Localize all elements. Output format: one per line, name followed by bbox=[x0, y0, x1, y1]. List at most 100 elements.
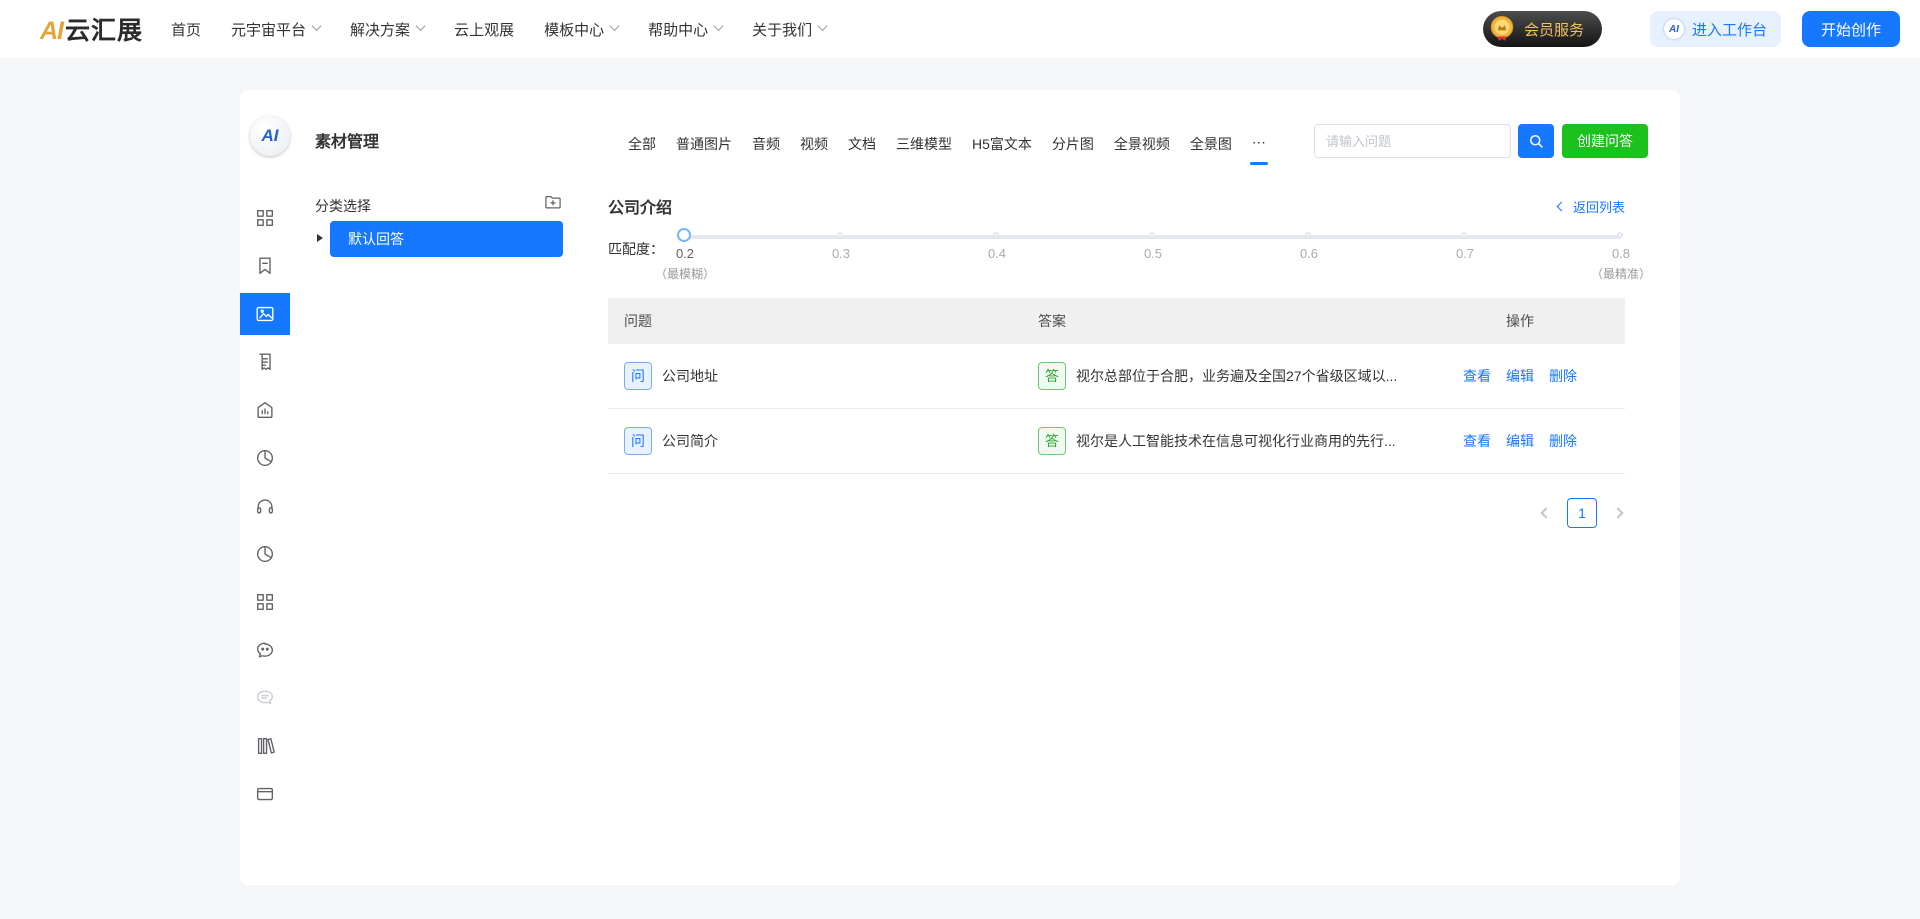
tab-video[interactable]: 视频 bbox=[800, 134, 828, 154]
member-service-button[interactable]: 会员服务 bbox=[1483, 11, 1602, 47]
search-button[interactable] bbox=[1518, 124, 1554, 158]
sidebar-item-document[interactable] bbox=[240, 338, 290, 386]
chevron-down-icon bbox=[312, 21, 322, 31]
delete-link[interactable]: 删除 bbox=[1549, 366, 1577, 386]
search-icon bbox=[1527, 132, 1545, 150]
folder-plus-icon bbox=[543, 192, 563, 212]
create-qa-button[interactable]: 创建问答 bbox=[1562, 124, 1648, 158]
slider-dot[interactable] bbox=[1461, 232, 1467, 238]
exhibition-hall-icon bbox=[254, 399, 276, 421]
header-answer: 答案 bbox=[1018, 311, 1415, 331]
back-to-list-link[interactable]: 返回列表 bbox=[1558, 197, 1625, 216]
tab-sliced-image[interactable]: 分片图 bbox=[1052, 134, 1094, 154]
slider-tick-0.8: 0.8 bbox=[1601, 246, 1641, 261]
answer-badge: 答 bbox=[1038, 427, 1066, 455]
tab-panorama-image[interactable]: 全景图 bbox=[1190, 134, 1232, 154]
start-create-label: 开始创作 bbox=[1821, 19, 1881, 40]
slider-dot[interactable] bbox=[1305, 232, 1311, 238]
nav-actions: 会员服务 AI 进入工作台 开始创作 bbox=[1483, 11, 1900, 47]
tab-panorama-video[interactable]: 全景视频 bbox=[1114, 134, 1170, 154]
next-page-icon[interactable] bbox=[1612, 507, 1623, 518]
tab-normal-image[interactable]: 普通图片 bbox=[676, 134, 732, 154]
slider-tick-0.6: 0.6 bbox=[1289, 246, 1329, 261]
edit-link[interactable]: 编辑 bbox=[1506, 431, 1534, 451]
sidebar-item-pie-2[interactable] bbox=[240, 530, 290, 578]
headphones-icon bbox=[254, 495, 276, 517]
nav-item-cloud-exhibition[interactable]: 云上观展 bbox=[454, 19, 514, 40]
category-item-default-answer[interactable]: 默认回答 bbox=[330, 221, 563, 257]
tab-audio[interactable]: 音频 bbox=[752, 134, 780, 154]
create-qa-label: 创建问答 bbox=[1577, 131, 1633, 151]
enter-workspace-button[interactable]: AI 进入工作台 bbox=[1650, 11, 1781, 47]
category-expand-arrow-icon[interactable] bbox=[317, 234, 323, 242]
tab-all[interactable]: 全部 bbox=[628, 134, 656, 154]
medal-icon bbox=[1487, 14, 1517, 44]
chevron-left-icon bbox=[1557, 202, 1567, 212]
slider-dot[interactable] bbox=[1149, 232, 1155, 238]
nav-item-solutions[interactable]: 解决方案 bbox=[350, 19, 424, 40]
view-link[interactable]: 查看 bbox=[1463, 366, 1491, 386]
brand-logo[interactable]: AI 云汇展 bbox=[40, 11, 143, 47]
tab-h5-richtext[interactable]: H5富文本 bbox=[972, 134, 1032, 154]
top-nav: AI 云汇展 首页 元宇宙平台 解决方案 云上观展 模板中心 帮助中心 关于我们… bbox=[0, 0, 1920, 58]
tab-document[interactable]: 文档 bbox=[848, 134, 876, 154]
chat-robot-icon bbox=[254, 639, 276, 661]
slider-dot[interactable] bbox=[1617, 232, 1623, 238]
question-search-box bbox=[1314, 124, 1511, 158]
view-link[interactable]: 查看 bbox=[1463, 431, 1491, 451]
tab-more[interactable]: ⋯ bbox=[1252, 134, 1266, 154]
question-text: 公司简介 bbox=[662, 431, 718, 451]
sidebar-item-bookshelf[interactable] bbox=[240, 722, 290, 770]
chevron-down-icon bbox=[818, 21, 828, 31]
nav-item-metaverse[interactable]: 元宇宙平台 bbox=[231, 19, 320, 40]
tab-3d-model[interactable]: 三维模型 bbox=[896, 134, 952, 154]
sidebar-item-bookmark[interactable] bbox=[240, 242, 290, 290]
qa-table: 问题 答案 操作 问 公司地址 答 视尔总部位于合肥，业务遍及全国27个省级区域… bbox=[608, 298, 1625, 474]
pie-chart-icon bbox=[254, 543, 276, 565]
material-sidebar bbox=[240, 194, 290, 818]
prev-page-icon[interactable] bbox=[1540, 507, 1551, 518]
slider-handle[interactable] bbox=[677, 228, 691, 242]
sidebar-item-grid[interactable] bbox=[240, 194, 290, 242]
page-title: 素材管理 bbox=[315, 128, 379, 152]
chevron-down-icon bbox=[714, 21, 724, 31]
nav-item-template-center[interactable]: 模板中心 bbox=[544, 19, 618, 40]
table-row: 问 公司简介 答 视尔是人工智能技术在信息可视化行业商用的先行... 查看 编辑… bbox=[608, 409, 1625, 474]
edit-link[interactable]: 编辑 bbox=[1506, 366, 1534, 386]
category-select-title: 分类选择 bbox=[315, 196, 371, 216]
nav-item-home[interactable]: 首页 bbox=[171, 19, 201, 40]
sidebar-item-grid-2[interactable] bbox=[240, 578, 290, 626]
slider-tick-0.2: 0.2 bbox=[665, 246, 705, 261]
add-category-button[interactable] bbox=[542, 192, 564, 214]
qa-table-header: 问题 答案 操作 bbox=[608, 298, 1625, 344]
sidebar-item-window[interactable] bbox=[240, 770, 290, 818]
sidebar-item-chat-robot[interactable] bbox=[240, 626, 290, 674]
delete-link[interactable]: 删除 bbox=[1549, 431, 1577, 451]
sidebar-item-image-active[interactable] bbox=[240, 293, 290, 335]
chevron-down-icon bbox=[610, 21, 620, 31]
logo-name-text: 云汇展 bbox=[65, 11, 143, 47]
image-icon bbox=[254, 303, 276, 325]
current-page-button[interactable]: 1 bbox=[1567, 498, 1597, 528]
start-create-button[interactable]: 开始创作 bbox=[1802, 11, 1900, 47]
nav-item-about-us[interactable]: 关于我们 bbox=[752, 19, 826, 40]
sidebar-item-headphones[interactable] bbox=[240, 482, 290, 530]
sidebar-item-pie[interactable] bbox=[240, 434, 290, 482]
slider-dot[interactable] bbox=[993, 232, 999, 238]
pagination: 1 bbox=[1542, 498, 1622, 528]
material-type-tabs: 全部 普通图片 音频 视频 文档 三维模型 H5富文本 分片图 全景视频 全景图… bbox=[628, 134, 1266, 154]
question-search-input[interactable] bbox=[1315, 125, 1510, 157]
header-actions: 操作 bbox=[1415, 311, 1625, 331]
message-icon bbox=[254, 687, 276, 709]
enter-workspace-label: 进入工作台 bbox=[1692, 19, 1767, 40]
sidebar-item-exhibition[interactable] bbox=[240, 386, 290, 434]
slider-tick-0.3: 0.3 bbox=[821, 246, 861, 261]
main-menu: 首页 元宇宙平台 解决方案 云上观展 模板中心 帮助中心 关于我们 bbox=[171, 19, 826, 40]
category-item-label: 默认回答 bbox=[348, 229, 404, 249]
chevron-down-icon bbox=[416, 21, 426, 31]
slider-dot[interactable] bbox=[837, 232, 843, 238]
page-background: AI 素材管理 全部 普通图片 音频 视频 文档 三维模型 H5富文本 分片图 … bbox=[0, 58, 1920, 919]
nav-item-help-center[interactable]: 帮助中心 bbox=[648, 19, 722, 40]
slider-tick-0.4: 0.4 bbox=[977, 246, 1017, 261]
sidebar-item-message[interactable] bbox=[240, 674, 290, 722]
